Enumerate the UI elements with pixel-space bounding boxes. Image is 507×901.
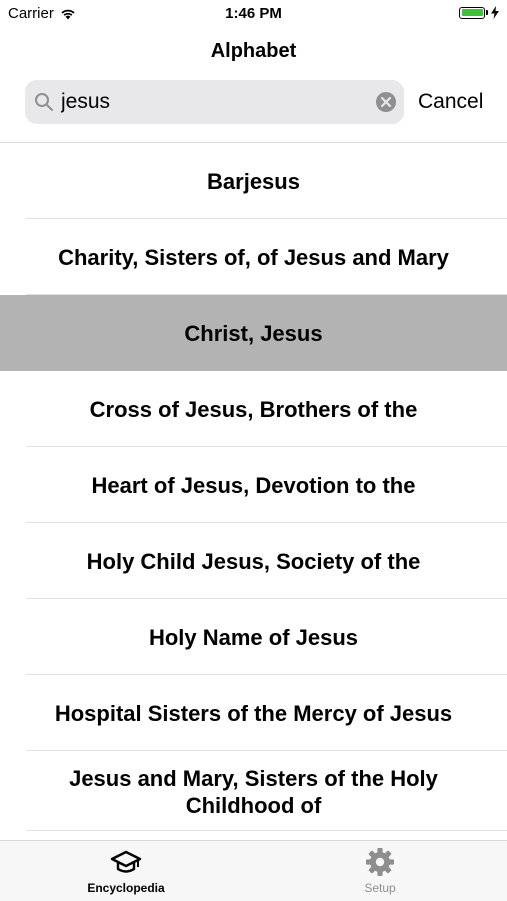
battery-indicator — [459, 6, 499, 19]
list-item[interactable]: Hospital Sisters of the Mercy of Jesus — [0, 675, 507, 751]
cancel-button[interactable]: Cancel — [418, 80, 483, 124]
list-item[interactable]: Cross of Jesus, Brothers of the — [0, 371, 507, 447]
tab-setup[interactable]: Setup — [320, 847, 440, 895]
results-list: Barjesus Charity, Sisters of, of Jesus a… — [0, 142, 507, 841]
search-bar: Cancel — [25, 80, 495, 124]
search-field[interactable] — [25, 80, 404, 124]
gear-icon — [366, 848, 394, 876]
tab-setup-label: Setup — [364, 881, 396, 895]
graduation-cap-icon — [110, 850, 142, 873]
tab-encyclopedia-label: Encyclopedia — [87, 881, 165, 895]
list-item[interactable]: Holy Child Jesus, Society of the — [0, 523, 507, 599]
list-item[interactable]: Barjesus — [0, 143, 507, 219]
battery-icon — [459, 6, 485, 19]
search-input[interactable] — [61, 80, 361, 124]
charging-bolt-icon — [491, 6, 499, 19]
search-icon — [35, 93, 53, 111]
list-item[interactable]: Jesus and Mary, Sisters of the Holy Chil… — [0, 751, 507, 831]
list-item-selected[interactable]: Christ, Jesus — [0, 295, 507, 371]
page-title: Alphabet — [210, 40, 297, 62]
tab-encyclopedia[interactable]: Encyclopedia — [66, 847, 186, 895]
status-bar: Carrier 1:46 PM — [0, 0, 507, 28]
list-item[interactable]: Heart of Jesus, Devotion to the — [0, 447, 507, 523]
status-time: 1:46 PM — [225, 5, 282, 22]
list-item[interactable]: Holy Name of Jesus — [0, 599, 507, 675]
clear-search-icon[interactable] — [375, 91, 397, 113]
tab-bar: Encyclopedia Setup — [0, 840, 507, 901]
list-item[interactable]: Charity, Sisters of, of Jesus and Mary — [0, 219, 507, 295]
